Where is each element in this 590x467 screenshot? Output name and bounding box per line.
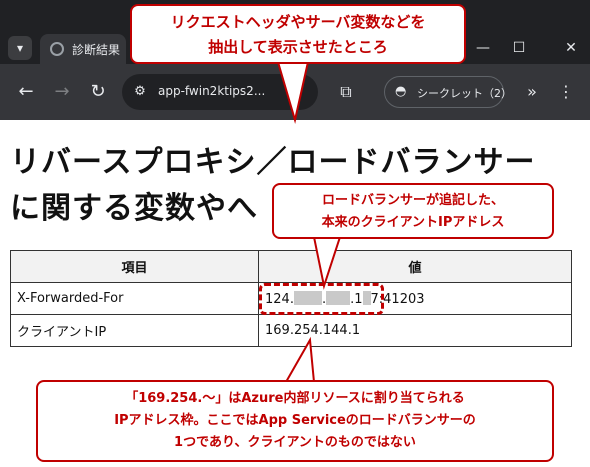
annotation-forwarded-ip: ロードバランサーが追記した、 本来のクライアントIPアドレス	[272, 183, 554, 239]
annotation-bottom-line-3: 1つであり、クライアントのものではない	[174, 435, 416, 450]
top-callout-pointer	[276, 61, 310, 124]
annotation-bottom-line-2: IPアドレス枠。ここではApp Serviceのロードバランサーの	[114, 413, 476, 428]
annotation-top: リクエストヘッダやサーバ変数などを 抽出して表示させたところ	[130, 4, 466, 64]
annotation-client-ip: 「169.254.～」はAzure内部リソースに割り当てられる IPアドレス枠。…	[36, 380, 554, 462]
bottom-callout-pointer	[284, 336, 316, 383]
annotation-top-line-1: リクエストヘッダやサーバ変数などを	[170, 13, 426, 31]
annotation-mid-line-1: ロードバランサーが追記した、	[321, 193, 504, 208]
mid-callout-pointer	[312, 236, 342, 290]
annotation-top-line-2: 抽出して表示させたところ	[208, 38, 388, 56]
annotation-bottom-line-1: 「169.254.～」はAzure内部リソースに割り当てられる	[125, 391, 465, 406]
annotation-mid-line-2: 本来のクライアントIPアドレス	[321, 215, 505, 230]
